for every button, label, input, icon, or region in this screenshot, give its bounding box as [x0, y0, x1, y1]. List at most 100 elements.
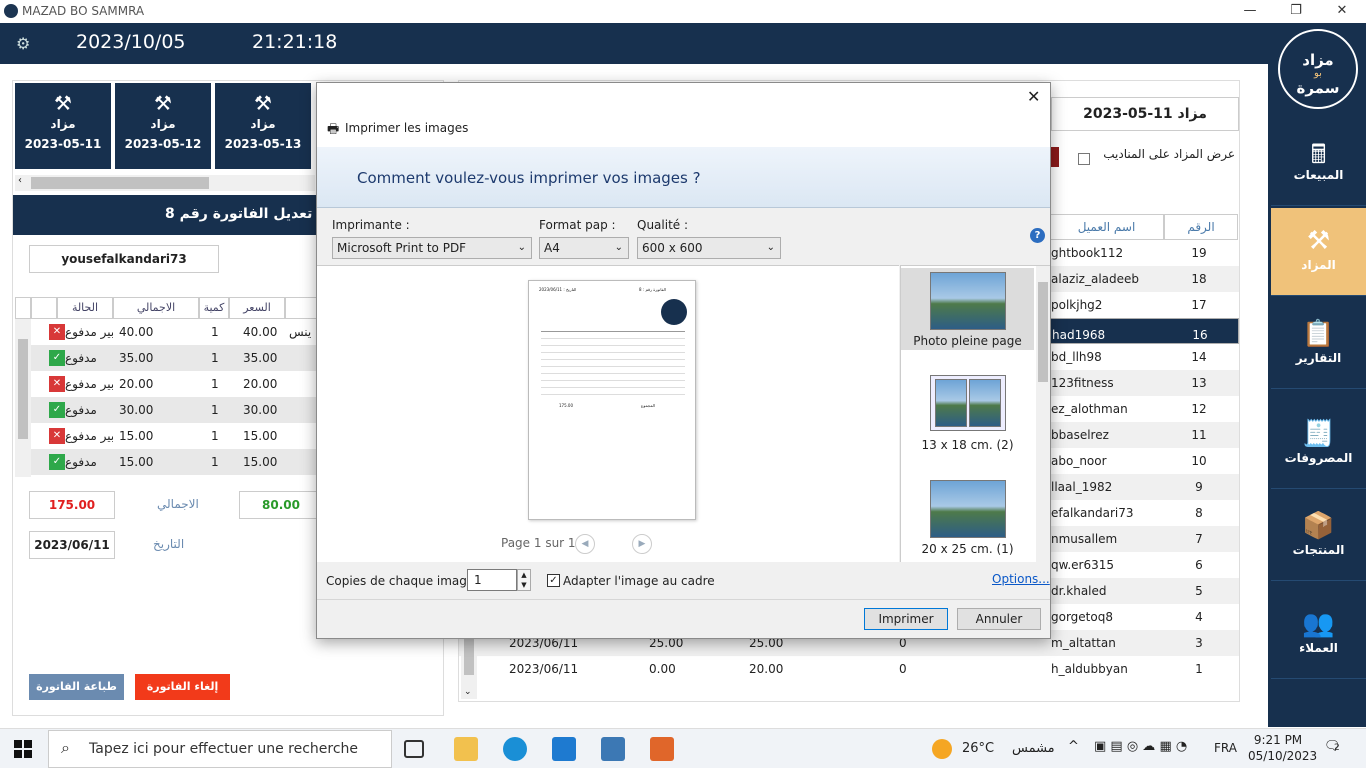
print-preview-area: التاريخ : 2023/06/11 الفاتورة رقم : 8 17… [317, 265, 899, 562]
preview-table [541, 331, 685, 399]
print-invoice-button[interactable]: طباعة الفاتورة [29, 674, 124, 700]
total-cell: 15.00 [119, 429, 154, 443]
qty-cell: 1 [211, 351, 219, 365]
total-cell: 20.00 [119, 377, 154, 391]
auction-card[interactable]: ⚒ مزاد 2023-05-13 [215, 83, 311, 169]
taskbar-clock[interactable]: 9:21 PM 05/10/2023 [1248, 732, 1317, 764]
total-cell: 15.00 [119, 455, 154, 469]
tray-icons[interactable]: ▣ ▤ ◎ ☁ ▦ ◔ [1094, 739, 1187, 754]
sidebar-item-sales[interactable]: 🖩 المبيعات [1271, 118, 1366, 206]
customer-name-cell: alaziz_aladeeb [1051, 272, 1140, 286]
paid-check-icon: ✓ [49, 454, 65, 470]
invoice-title: تعديل الفاتورة رقم 8 [165, 206, 313, 222]
sidebar-item-expenses[interactable]: 🧾 المصروفات [1271, 401, 1366, 489]
notification-icon[interactable]: 🗨 2 [1324, 739, 1348, 759]
layout-13x18[interactable]: 13 x 18 cm. (2) [901, 372, 1034, 454]
qty-cell: 1 [211, 455, 219, 469]
sidebar: مزاد بو سمرة 🖩 المبيعات ⚒ المزاد 📋 التقارير… [1268, 23, 1366, 727]
date-cell: 2023/06/11 [509, 662, 579, 676]
auction-card[interactable]: ⚒ مزاد 2023-05-12 [115, 83, 211, 169]
customer-name-cell: llaal_1982 [1051, 480, 1113, 494]
help-icon[interactable]: ? [1030, 228, 1045, 243]
file-explorer-icon[interactable] [454, 737, 478, 761]
paper-select[interactable]: A4 ⌄ [539, 237, 629, 259]
gavel-icon: ⚒ [54, 91, 72, 115]
vscode-icon[interactable] [552, 737, 576, 761]
taskbar: ⌕ Tapez ici pour effectuer une recherche… [0, 728, 1366, 768]
print-button[interactable]: Imprimer [864, 608, 948, 630]
python-icon[interactable] [601, 737, 625, 761]
date-label: التاريخ [153, 537, 185, 551]
search-icon: ⌕ [61, 738, 70, 757]
table-row[interactable]: ✓ مدفوع 30.00 1 30.00 [15, 397, 317, 423]
cancel-button[interactable]: Annuler [957, 608, 1041, 630]
gavel-icon: ⚒ [154, 91, 172, 115]
weather-temp[interactable]: 26°C [962, 741, 994, 756]
close-window-button[interactable]: ✕ [1319, 0, 1365, 23]
total-cell: 35.00 [119, 351, 154, 365]
sidebar-item-customers[interactable]: 👥 العملاء [1271, 591, 1366, 679]
price-cell: 30.00 [243, 403, 278, 417]
cancel-invoice-button[interactable]: إلغاء الفاتورة [135, 674, 230, 700]
paid-total-value: 80.00 [239, 491, 323, 519]
status-cell: مدفوع [65, 403, 97, 417]
table-row[interactable]: ✕ بير مدفوع 20.00 1 20.00 [15, 371, 317, 397]
number-cell: 6 [1195, 558, 1203, 572]
app-icon[interactable] [650, 737, 674, 761]
show-to-reps-label: عرض المزاد على المناديب [1103, 147, 1235, 161]
qty-cell: 1 [211, 325, 219, 339]
close-icon[interactable]: ✕ [1027, 87, 1040, 106]
thumbs-scrollbar[interactable] [1036, 266, 1050, 563]
printer-select[interactable]: Microsoft Print to PDF ⌄ [332, 237, 532, 259]
table-row[interactable]: ✓ مدفوع 15.00 1 15.00 [15, 449, 317, 475]
chevron-down-icon: ⌄ [766, 242, 775, 253]
layout-20x25[interactable]: 20 x 25 cm. (1) [901, 476, 1034, 558]
sidebar-item-reports[interactable]: 📋 التقارير [1271, 301, 1366, 389]
invoice-date-field[interactable]: 2023/06/11 [29, 531, 115, 559]
next-page-button[interactable]: ▶ [632, 534, 652, 554]
scroll-left-icon[interactable]: ‹ [18, 175, 22, 186]
sidebar-item-auction[interactable]: ⚒ المزاد [1271, 208, 1366, 296]
total-cell: 30.00 [119, 403, 154, 417]
table-row[interactable]: ✓ مدفوع 35.00 1 35.00 [15, 345, 317, 371]
copies-input[interactable]: 1 [467, 569, 517, 591]
taskbar-search[interactable]: ⌕ Tapez ici pour effectuer une recherche [48, 730, 392, 768]
table-row[interactable]: ✕ بير مدفوع 15.00 1 15.00 [15, 423, 317, 449]
options-link[interactable]: Options... [992, 572, 1050, 586]
quality-select[interactable]: 600 x 600 ⌄ [637, 237, 781, 259]
paper-label: Format pap : [539, 218, 616, 232]
gear-icon[interactable]: ⚙ [16, 34, 30, 53]
cards-scrollbar[interactable]: ‹ [15, 175, 315, 191]
customer-name-cell: bd_llh98 [1051, 350, 1102, 364]
table-row[interactable]: ✕ بير مدفوع 40.00 1 40.00 ينس [15, 319, 317, 345]
language-indicator[interactable]: FRA [1214, 741, 1237, 755]
page-info: Page 1 sur 1 [501, 536, 576, 550]
scrollbar-thumb[interactable] [31, 177, 209, 189]
extra-cell: ينس [289, 325, 312, 339]
auction-card[interactable]: ⚒ مزاد 2023-05-11 [15, 83, 111, 169]
task-view-icon[interactable] [404, 740, 424, 758]
copies-stepper[interactable]: ▲ ▼ [517, 569, 531, 591]
fit-checkbox[interactable]: ✓ [547, 574, 560, 587]
sidebar-item-products[interactable]: 📦 المنتجات [1271, 493, 1366, 581]
customer-field[interactable]: yousefalkandari73 [29, 245, 219, 273]
prev-page-button[interactable]: ◀ [575, 534, 595, 554]
number-cell: 1 [1195, 662, 1203, 676]
table-row[interactable]: 1 h_aldubbyan 2023/06/11 0.00 20.00 0 [459, 656, 1239, 682]
col-price: السعر [229, 297, 285, 319]
show-to-reps-checkbox[interactable] [1078, 153, 1090, 165]
grid-vscroll[interactable] [15, 319, 31, 477]
price-cell: 15.00 [243, 455, 278, 469]
minimize-button[interactable]: — [1227, 0, 1273, 23]
app-logo: مزاد بو سمرة [1278, 29, 1358, 109]
unpaid-x-icon: ✕ [49, 376, 65, 392]
layout-full-page[interactable]: Photo pleine page [901, 268, 1034, 350]
maximize-button[interactable]: ❐ [1273, 0, 1319, 23]
edge-icon[interactable] [503, 737, 527, 761]
chevron-up-icon[interactable]: ^ [1068, 739, 1079, 754]
windows-start-icon[interactable] [14, 740, 32, 758]
printer-icon: 🖶 [327, 122, 340, 137]
report-icon: 📋 [1302, 319, 1335, 349]
window-title: MAZAD BO SAMMRA [22, 4, 145, 18]
price-cell: 20.00 [243, 377, 278, 391]
